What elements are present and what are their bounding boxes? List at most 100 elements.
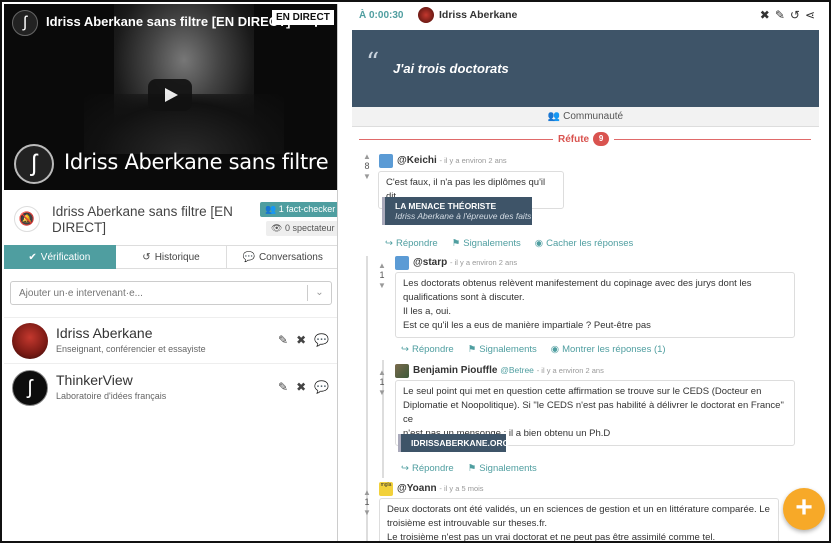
app-window: ʃ Idriss Aberkane sans filtre [EN DIRECT…: [0, 0, 831, 543]
quote-text: J'ai trois doctorats: [393, 61, 509, 76]
statement-panel: À 0:00:30 Idriss Aberkane ✖ ✎ ↺ ⋖ “ J'ai…: [352, 4, 819, 541]
show-replies-button[interactable]: ◉ Montrer les réponses (1): [551, 344, 666, 355]
comment-text: Les doctorats obtenus relèvent manifeste…: [395, 272, 795, 338]
source-link[interactable]: LA MENACE THÉORISTE Idriss Aberkane à l'…: [382, 197, 532, 225]
comment-text: Deux doctorats ont été validés, un en sc…: [379, 498, 779, 541]
refute-section-label: Réfute 9: [553, 132, 615, 146]
eye-icon: ◉: [550, 344, 560, 355]
close-icon[interactable]: ✖: [296, 380, 306, 394]
comment-icon[interactable]: 💬: [314, 333, 329, 347]
statement-quote: “ J'ai trois doctorats: [352, 30, 819, 107]
chat-icon: 💬: [242, 252, 255, 263]
vote-widget: ▲ 1 ▼: [376, 261, 388, 290]
event-title: Idriss Aberkane sans filtre [EN DIRECT]: [52, 204, 233, 235]
downvote-icon[interactable]: ▼: [363, 172, 371, 181]
avatar: [379, 154, 393, 168]
avatar: [395, 256, 409, 270]
vote-score: 1: [364, 497, 370, 507]
reply-button[interactable]: ↪ Répondre: [385, 238, 438, 249]
vote-widget: ▲ 1 ▼: [361, 488, 373, 517]
flag-icon: ⚑: [467, 344, 477, 355]
upvote-icon[interactable]: ▲: [363, 152, 371, 161]
pencil-icon[interactable]: ✎: [278, 380, 288, 394]
report-button[interactable]: ⚑ Signalements: [452, 238, 521, 249]
check-circle-icon: ✔: [28, 252, 37, 263]
community-header: 👥 Communauté: [352, 107, 819, 127]
avatar: [418, 7, 434, 23]
downvote-icon[interactable]: ▼: [378, 281, 386, 290]
vote-widget: ▲ 8 ▼: [361, 152, 373, 181]
speaker-item[interactable]: Idriss Aberkane Enseignant, conférencier…: [4, 321, 337, 365]
comment-actions: ↪ Répondre ⚑ Signalements: [401, 463, 537, 474]
add-speaker-field[interactable]: ⌄: [10, 281, 332, 305]
fact-checker-badge: 👥 1 fact-checker: [260, 202, 337, 217]
comment-author[interactable]: @Keichi - il y a environ 2 ans: [397, 155, 507, 166]
video-brand-text: Idriss Aberkane sans filtre: [64, 150, 329, 174]
tab-conversations[interactable]: 💬 Conversations: [227, 245, 337, 269]
reply-icon: ↪: [385, 238, 393, 249]
upvote-icon[interactable]: ▲: [363, 488, 371, 497]
vote-score: 8: [364, 161, 370, 171]
statement-header: À 0:00:30 Idriss Aberkane ✖ ✎ ↺ ⋖: [352, 4, 819, 28]
upvote-icon[interactable]: ▲: [378, 368, 386, 377]
close-icon[interactable]: ✖: [760, 8, 770, 22]
add-speaker-input[interactable]: [11, 282, 301, 304]
users-icon: 👥: [547, 111, 561, 122]
history-icon: ↺: [142, 252, 151, 263]
avatar: [395, 364, 409, 378]
pencil-icon[interactable]: ✎: [278, 333, 288, 347]
share-icon[interactable]: ⋖: [805, 8, 815, 22]
reply-button[interactable]: ↪ Répondre: [401, 344, 454, 355]
avatar: ʃ: [12, 370, 48, 406]
channel-watermark-icon: ʃ: [14, 144, 54, 184]
statement-time[interactable]: À 0:00:30: [359, 10, 403, 21]
reply-button[interactable]: ↪ Répondre: [401, 463, 454, 474]
refute-count-badge: 9: [593, 132, 610, 146]
play-button[interactable]: [148, 79, 192, 111]
pencil-icon[interactable]: ✎: [775, 8, 785, 22]
report-button[interactable]: ⚑ Signalements: [468, 463, 537, 474]
flag-icon: ⚑: [467, 463, 477, 474]
downvote-icon[interactable]: ▼: [378, 388, 386, 397]
video-menu-icon[interactable]: ⋮: [309, 12, 323, 29]
vote-score: 1: [379, 270, 385, 280]
bell-off-icon[interactable]: 🔕: [14, 206, 40, 232]
speaker-item[interactable]: ʃ ThinkerView Laboratoire d'idées frança…: [4, 368, 337, 412]
comment-author[interactable]: Benjamin Piouffle @Betree - il y a envir…: [413, 365, 604, 376]
event-info: 🔕 Idriss Aberkane sans filtre [EN DIRECT…: [4, 194, 337, 244]
video-player[interactable]: ʃ Idriss Aberkane sans filtre [EN DIRECT…: [4, 4, 337, 190]
live-badge: EN DIRECT: [272, 10, 334, 25]
downvote-icon[interactable]: ▼: [363, 508, 371, 517]
source-link[interactable]: IDRISSABERKANE.ORG: [398, 434, 509, 452]
comment-icon[interactable]: 💬: [314, 380, 329, 394]
tab-history[interactable]: ↺ Historique: [115, 245, 228, 269]
close-icon[interactable]: ✖: [296, 333, 306, 347]
channel-logo-icon[interactable]: ʃ: [12, 10, 38, 36]
speaker-description: Enseignant, conférencier et essayiste: [56, 344, 206, 354]
avatar: mgla: [379, 482, 393, 496]
tab-verification[interactable]: ✔ Vérification: [4, 245, 116, 269]
vote-score: 1: [379, 377, 385, 387]
chevron-down-icon[interactable]: ⌄: [307, 285, 331, 301]
report-button[interactable]: ⚑ Signalements: [468, 344, 537, 355]
comment-actions: ↪ Répondre ⚑ Signalements ◉ Montrer les rép…: [401, 344, 666, 355]
reply-icon: ↪: [401, 463, 409, 474]
speaker-name: Idriss Aberkane: [56, 325, 153, 341]
reply-icon: ↪: [401, 344, 409, 355]
hide-replies-button[interactable]: ◉ Cacher les réponses: [535, 238, 633, 249]
video-title[interactable]: Idriss Aberkane sans filtre [EN DIRECT]: [46, 14, 290, 29]
quote-icon: “: [366, 48, 380, 78]
flag-icon: ⚑: [451, 238, 461, 249]
comment-actions: ↪ Répondre ⚑ Signalements ◉ Cacher les répo…: [385, 238, 633, 249]
upvote-icon[interactable]: ▲: [378, 261, 386, 270]
history-icon[interactable]: ↺: [790, 8, 800, 22]
statement-speaker: Idriss Aberkane: [439, 9, 518, 21]
comment-author[interactable]: @starp - il y a environ 2 ans: [413, 257, 517, 268]
speaker-description: Laboratoire d'idées français: [56, 391, 167, 401]
eye-icon: ◉: [534, 238, 544, 249]
add-comment-button[interactable]: +: [783, 488, 825, 530]
speaker-name: ThinkerView: [56, 372, 133, 388]
comment-author[interactable]: @Yoann - il y a 5 mois: [397, 483, 484, 494]
spectator-badge: 👁 0 spectateur: [266, 221, 337, 236]
avatar: [12, 323, 48, 359]
